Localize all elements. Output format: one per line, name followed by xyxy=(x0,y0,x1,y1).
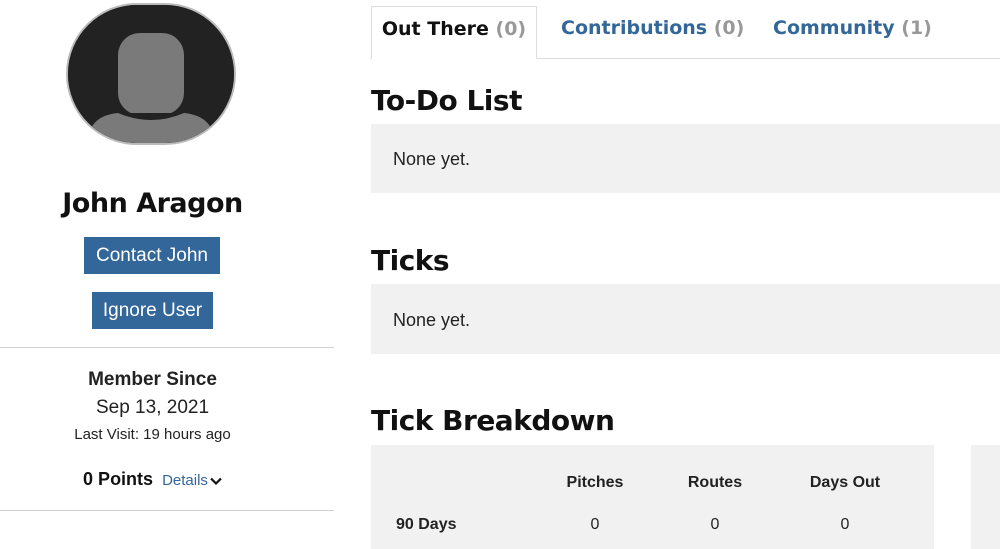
points-value: 0 Points xyxy=(83,469,154,489)
sidebar-divider xyxy=(0,347,334,348)
todo-panel: None yet. xyxy=(371,124,1000,193)
todo-title: To-Do List xyxy=(371,84,522,117)
row-label-90-days: 90 Days xyxy=(396,516,457,533)
details-link[interactable]: Details xyxy=(162,472,222,489)
tab-label: Contributions xyxy=(561,17,708,39)
member-since-date: Sep 13, 2021 xyxy=(95,397,210,418)
member-since-label: Member Since xyxy=(88,369,217,390)
column-header-days-out: Days Out xyxy=(809,474,881,491)
last-visit: Last Visit: 19 hours ago xyxy=(74,426,231,443)
column-header-pitches: Pitches xyxy=(566,474,624,491)
cell-days-out: 0 xyxy=(840,516,850,533)
ticks-panel: None yet. xyxy=(371,284,1000,354)
tab-contributions[interactable]: Contributions (0) xyxy=(561,6,744,58)
cell-pitches: 0 xyxy=(590,516,600,533)
contact-button[interactable]: Contact John xyxy=(84,237,220,274)
tab-count: (0) xyxy=(713,17,745,39)
tick-breakdown-side-panel xyxy=(971,445,1000,549)
tab-count: (0) xyxy=(495,18,527,40)
profile-sidebar: John Aragon Contact John Ignore User Mem… xyxy=(0,0,334,549)
tab-community[interactable]: Community (1) xyxy=(773,6,932,58)
avatar xyxy=(66,3,236,145)
points-row: 0 Points Details xyxy=(0,469,305,490)
cell-routes: 0 xyxy=(710,516,720,533)
tab-label: Community xyxy=(773,17,895,39)
tab-out-there[interactable]: Out There (0) xyxy=(371,6,537,59)
chevron-down-icon xyxy=(210,477,222,485)
todo-empty-text: None yet. xyxy=(393,149,471,169)
ticks-empty-text: None yet. xyxy=(393,310,471,330)
ignore-user-button[interactable]: Ignore User xyxy=(92,292,213,329)
user-silhouette-icon xyxy=(68,5,234,143)
tick-breakdown-title: Tick Breakdown xyxy=(371,404,615,437)
details-label: Details xyxy=(162,472,208,489)
tab-count: (1) xyxy=(901,17,932,39)
ticks-title: Ticks xyxy=(371,244,450,277)
column-header-routes: Routes xyxy=(687,474,743,491)
sidebar-divider xyxy=(0,510,334,511)
profile-name: John Aragon xyxy=(62,188,243,219)
tab-label: Out There xyxy=(381,18,489,40)
